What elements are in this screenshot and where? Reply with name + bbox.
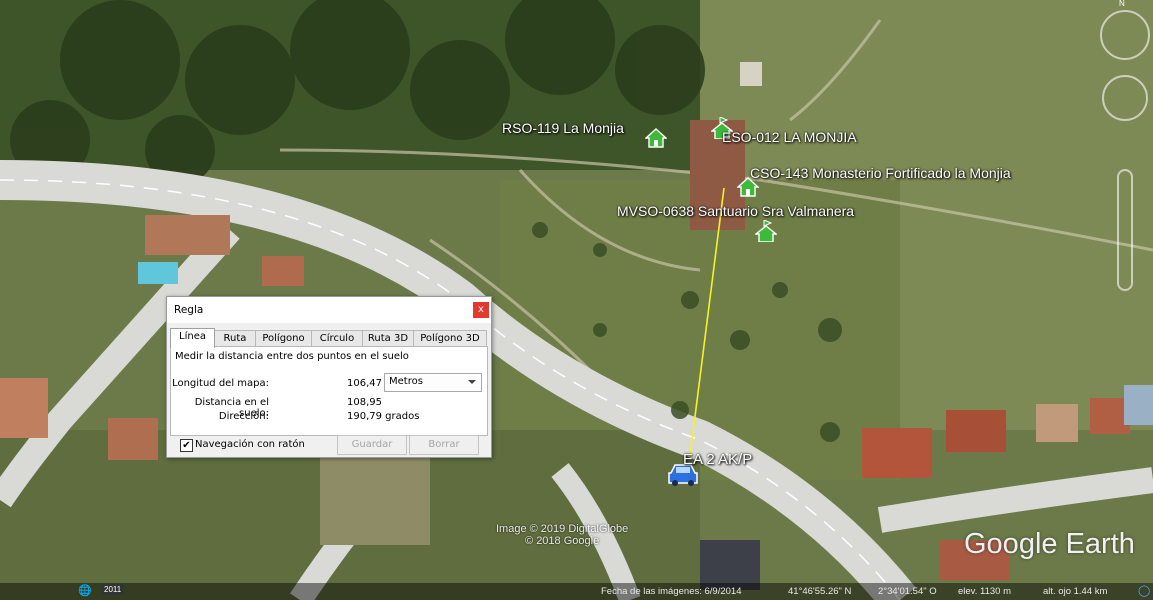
tab-poligono[interactable]: Polígono xyxy=(255,330,312,347)
compass-n: N xyxy=(1119,0,1125,8)
ruler-dialog: Regla x Línea Ruta Polígono Círculo Ruta… xyxy=(166,296,492,458)
chevron-down-icon xyxy=(468,380,476,384)
direction-label: Dirección: xyxy=(218,411,269,422)
placemark-label[interactable]: RSO-119 La Monjia xyxy=(502,120,624,136)
mouse-nav-label[interactable]: Navegación con ratón xyxy=(195,439,305,450)
imagery-date: Fecha de las imágenes: 6/9/2014 xyxy=(601,586,742,597)
clear-button[interactable]: Borrar xyxy=(409,435,479,455)
credit-line: © 2018 Google xyxy=(525,535,600,547)
placemark-label[interactable]: MVSO-0638 Santuario Sra Valmanera xyxy=(617,203,854,219)
placemark-label[interactable]: CSO-143 Monasterio Fortificado la Monjia xyxy=(750,165,1011,181)
dialog-titlebar[interactable]: Regla x xyxy=(167,297,491,323)
credit-line: Image © 2019 DigitalGlobe xyxy=(496,523,629,535)
longitude: 2°34'01.54" O xyxy=(878,586,937,597)
placemark-label[interactable]: ESO-012 LA MONJIA xyxy=(722,129,857,145)
tab-linea[interactable]: Línea xyxy=(170,328,215,348)
google-earth-logo: Google Earth xyxy=(964,528,1135,560)
dialog-title: Regla xyxy=(174,304,204,316)
close-button[interactable]: x xyxy=(473,302,489,318)
direction-value: 190,79 grados xyxy=(347,411,420,422)
year-badge[interactable]: 2011 xyxy=(101,584,125,595)
tab-circulo[interactable]: Círculo xyxy=(311,330,363,347)
tab-ruta-3d[interactable]: Ruta 3D xyxy=(362,330,414,347)
map-length-value: 106,47 xyxy=(347,378,382,389)
mouse-nav-checkbox[interactable]: ✔ xyxy=(180,439,193,452)
globe-icon[interactable]: 🌐 xyxy=(78,584,92,597)
placemark-label[interactable]: EA 2 AK/P xyxy=(683,451,752,468)
streaming-icon: ◯ xyxy=(1138,585,1151,597)
tab-ruta[interactable]: Ruta xyxy=(214,330,256,347)
eye-altitude: alt. ojo 1.44 km xyxy=(1043,586,1108,597)
tab-poligono-3d[interactable]: Polígono 3D xyxy=(413,330,487,347)
ground-distance-value: 108,95 xyxy=(347,397,382,408)
unit-select-value: Metros xyxy=(389,376,423,387)
status-bar: 🌐 Fecha de las imágenes: 6/9/2014 41°46'… xyxy=(0,583,1153,600)
latitude: 41°46'55.26" N xyxy=(788,586,852,597)
ruler-panel: Medir la distancia entre dos puntos en e… xyxy=(170,346,488,436)
map-length-label: Longitud del mapa: xyxy=(172,378,269,389)
save-button[interactable]: Guardar xyxy=(337,435,407,455)
placemark-flag-house-icon[interactable] xyxy=(755,220,777,242)
placemark-house-icon[interactable] xyxy=(645,127,667,149)
unit-select[interactable]: Metros xyxy=(384,373,482,392)
ruler-tabs: Línea Ruta Polígono Círculo Ruta 3D Polí… xyxy=(170,328,488,348)
ruler-description: Medir la distancia entre dos puntos en e… xyxy=(175,351,409,362)
imagery-credits: Image © 2019 DigitalGlobe © 2018 Google xyxy=(496,523,628,547)
elevation: elev. 1130 m xyxy=(958,586,1011,597)
